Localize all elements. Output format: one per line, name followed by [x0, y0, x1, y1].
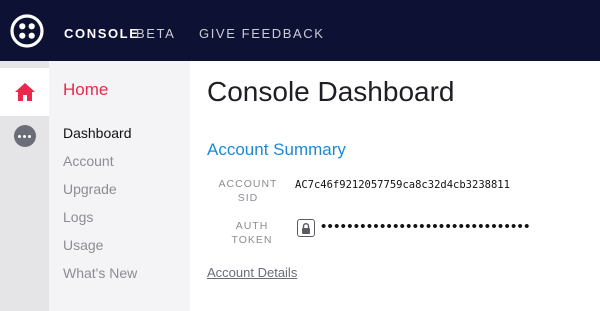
- account-summary-heading: Account Summary: [207, 140, 346, 159]
- sidebar-item-logs[interactable]: Logs: [63, 209, 93, 225]
- auth-token-label: AUTH TOKEN: [222, 219, 282, 247]
- sidebar-item-whats-new[interactable]: What's New: [63, 265, 137, 281]
- more-icon: [13, 125, 36, 147]
- account-sid-label: ACCOUNT SID: [218, 177, 278, 205]
- auth-token-masked: ••••••••••••••••••••••••••••••••: [321, 218, 531, 235]
- top-nav-bar: CONSOLE BETA GIVE FEEDBACK: [0, 0, 600, 61]
- rail-home-button[interactable]: [0, 68, 49, 116]
- sidebar: Home Dashboard Account Upgrade Logs Usag…: [49, 61, 190, 311]
- account-sid-value[interactable]: AC7c46f9212057759ca8c32d4cb3238811: [295, 179, 510, 191]
- twilio-logo-icon[interactable]: [10, 14, 44, 48]
- auth-token-label-line2: TOKEN: [231, 234, 273, 246]
- lock-icon: [302, 222, 310, 234]
- beta-badge: BETA: [136, 26, 176, 41]
- sidebar-item-upgrade[interactable]: Upgrade: [63, 181, 117, 197]
- sidebar-item-usage[interactable]: Usage: [63, 237, 103, 253]
- account-sid-label-line2: SID: [237, 192, 259, 204]
- sidebar-title-home[interactable]: Home: [63, 80, 108, 100]
- sidebar-item-account[interactable]: Account: [63, 153, 114, 169]
- console-label[interactable]: CONSOLE: [64, 26, 139, 41]
- sidebar-item-dashboard[interactable]: Dashboard: [63, 125, 132, 141]
- account-sid-label-line1: ACCOUNT: [218, 178, 278, 190]
- give-feedback-link[interactable]: GIVE FEEDBACK: [199, 26, 325, 41]
- rail-more-button[interactable]: [0, 120, 49, 152]
- reveal-token-button[interactable]: [297, 219, 315, 237]
- account-details-link[interactable]: Account Details: [207, 265, 297, 280]
- auth-token-label-line1: AUTH: [235, 220, 269, 232]
- page-title: Console Dashboard: [207, 76, 455, 107]
- home-icon: [14, 83, 35, 101]
